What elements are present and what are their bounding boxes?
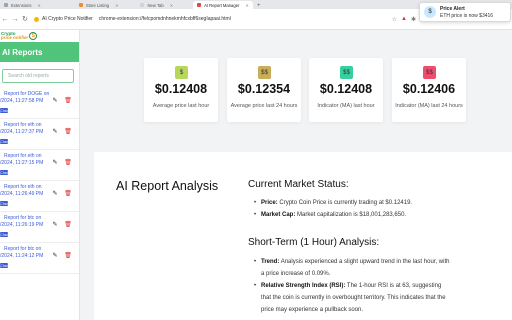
- report-date: /2024, 11:24:12 PM: [0, 253, 44, 259]
- back-arrow-icon[interactable]: ←: [0, 16, 10, 23]
- stat-card-avg-hour: $ $0.12408 Average price last hour: [144, 58, 218, 122]
- report-title: Report for eth on: [4, 122, 42, 128]
- report-list-item[interactable]: Report for DOGE on /2024, 11:27:58 PM Ch…: [0, 88, 79, 119]
- trash-icon[interactable]: 🗑: [64, 189, 72, 197]
- stat-card-ma-24h: $$ $0.12406 Indicator (MA) last 24 hours: [392, 58, 466, 122]
- trend-label: Trend:: [261, 259, 280, 265]
- price-alert-notification[interactable]: $ Price Alert ETH price is now $3416: [419, 2, 511, 22]
- report-badge[interactable]: Chat: [0, 201, 8, 206]
- edit-icon[interactable]: ✎: [51, 251, 59, 259]
- rsi-bullet: Relative Strength Index (RSI): The 1-hou…: [254, 280, 450, 316]
- tab-ai-report-manager[interactable]: AI Report Manager ✕: [193, 1, 253, 9]
- rsi-label: Relative Strength Index (RSI):: [261, 283, 346, 289]
- extensions-puzzle-icon[interactable]: ✱: [411, 16, 416, 23]
- edit-icon[interactable]: ✎: [51, 96, 59, 104]
- market-cap-bullet: Market Cap: Market capitalization is $18…: [254, 209, 450, 221]
- stat-card-ma-hour: $$ $0.12408 Indicator (MA) last hour: [309, 58, 383, 122]
- tab-extensions[interactable]: Extensions ✕: [0, 1, 45, 9]
- report-list-item[interactable]: Report for btc on /2024, 11:24:12 PM Cha…: [0, 243, 79, 274]
- report-title: Report for btc on: [4, 215, 42, 221]
- reload-icon[interactable]: ↻: [20, 15, 30, 23]
- trash-icon[interactable]: 🗑: [64, 127, 72, 135]
- market-cap-label: Market Cap:: [261, 212, 296, 218]
- tab-close-icon[interactable]: ✕: [245, 3, 248, 8]
- report-list-item[interactable]: Report for eth on /2024, 11:27:37 PM Cha…: [0, 119, 79, 150]
- ai-report-tab-icon: [197, 3, 202, 7]
- dollar-icon: $$: [258, 66, 271, 79]
- report-list-item[interactable]: Report for eth on /2024, 11:27:15 PM Cha…: [0, 150, 79, 181]
- report-badge[interactable]: Chat: [0, 263, 8, 268]
- edit-icon[interactable]: ✎: [51, 189, 59, 197]
- report-title: Report for btc on: [4, 246, 42, 252]
- tab-close-icon[interactable]: ✕: [37, 3, 40, 8]
- stat-label: Average price last 24 hours: [230, 103, 298, 109]
- notification-title: Price Alert: [440, 5, 465, 12]
- trash-icon[interactable]: 🗑: [64, 96, 72, 104]
- edit-icon[interactable]: ✎: [51, 220, 59, 228]
- report-date: /2024, 11:26:49 PM: [0, 191, 44, 197]
- warning-icon[interactable]: ▲: [401, 16, 407, 22]
- stat-value: $0.12408: [319, 82, 373, 96]
- stat-label: Indicator (MA) last hour: [317, 103, 375, 109]
- report-title: Report for eth on: [4, 184, 42, 190]
- notification-app-icon: $: [424, 6, 436, 18]
- tab-close-icon[interactable]: ✕: [170, 3, 173, 8]
- tab-close-icon[interactable]: ✕: [115, 3, 118, 8]
- report-date: /2024, 11:27:58 PM: [0, 98, 44, 104]
- trash-icon[interactable]: 🗑: [64, 220, 72, 228]
- trend-text: Analysis experienced a slight upward tre…: [261, 259, 450, 277]
- site-logo-icon: [34, 16, 39, 22]
- stat-label: Average price last hour: [152, 103, 210, 109]
- report-list: Report for DOGE on /2024, 11:27:58 PM Ch…: [0, 88, 79, 274]
- dollar-icon: $$: [340, 66, 353, 79]
- site-identity[interactable]: AI Crypto Price Notifier: [34, 16, 93, 22]
- reports-sidebar: Crypto price notifier S AI Reports Searc…: [0, 30, 80, 320]
- report-date: /2024, 11:27:37 PM: [0, 129, 44, 135]
- notification-body: ETH price is now $3416: [440, 12, 494, 19]
- short-term-heading: Short-Term (1 Hour) Analysis:: [248, 237, 380, 248]
- forward-arrow-icon[interactable]: →: [10, 16, 20, 23]
- trash-icon[interactable]: 🗑: [64, 158, 72, 166]
- report-title: Report for eth on: [4, 153, 42, 159]
- report-date: /2024, 11:26:19 PM: [0, 222, 44, 228]
- price-label: Price:: [261, 200, 278, 206]
- sidebar-header: AI Reports: [0, 42, 79, 62]
- report-badge[interactable]: Chat: [0, 170, 8, 175]
- ai-report-panel: AI Report Analysis Current Market Status…: [94, 152, 512, 320]
- report-list-item[interactable]: Report for btc on /2024, 11:26:19 PM Cha…: [0, 212, 79, 243]
- search-reports-input[interactable]: Search old reports: [2, 69, 74, 83]
- stat-value: $0.12408: [154, 82, 208, 96]
- stat-card-avg-24h: $$ $0.12354 Average price last 24 hours: [227, 58, 301, 122]
- extensions-tab-icon: [4, 3, 8, 7]
- price-bullet: Price: Crypto Coin Price is currently tr…: [254, 197, 450, 209]
- bookmark-star-icon[interactable]: ☆: [392, 16, 397, 23]
- tab-new-tab[interactable]: New Tab ✕: [136, 1, 177, 9]
- stat-value: $0.12354: [237, 82, 291, 96]
- report-date: /2024, 11:27:15 PM: [0, 160, 44, 166]
- trash-icon[interactable]: 🗑: [64, 251, 72, 259]
- market-status-heading: Current Market Status:: [248, 179, 349, 190]
- stat-label: Indicator (MA) last 24 hours: [395, 103, 463, 109]
- edit-icon[interactable]: ✎: [51, 127, 59, 135]
- tab-store-listing[interactable]: Store Listing ✕: [75, 1, 123, 9]
- brand-line-2: price notifier: [1, 35, 29, 40]
- store-tab-icon: [78, 3, 83, 7]
- dollar-icon: $: [175, 66, 188, 79]
- brand-mark-icon: S: [29, 32, 38, 40]
- market-cap-text: Market capitalization is $18,001,283,650…: [297, 212, 407, 218]
- brand-logo: Crypto price notifier S: [0, 30, 79, 42]
- stat-value: $0.12406: [402, 82, 456, 96]
- dollar-icon: $$: [423, 66, 436, 79]
- report-badge[interactable]: Chat: [0, 139, 8, 144]
- new-tab-icon: [140, 3, 145, 7]
- report-title-heading: AI Report Analysis: [116, 179, 219, 193]
- report-list-item[interactable]: Report for eth on /2024, 11:26:49 PM Cha…: [0, 181, 79, 212]
- report-badge[interactable]: Chat: [0, 108, 8, 113]
- report-title: Report for DOGE on: [4, 91, 50, 97]
- report-badge[interactable]: Chat: [0, 232, 8, 237]
- trend-bullet: Trend: Analysis experienced a slight upw…: [254, 256, 450, 280]
- edit-icon[interactable]: ✎: [51, 158, 59, 166]
- url-field[interactable]: chrome-extension://felcpomdnhnekmhfcxbff…: [99, 16, 231, 22]
- price-text: Crypto Coin Price is currently trading a…: [279, 200, 413, 206]
